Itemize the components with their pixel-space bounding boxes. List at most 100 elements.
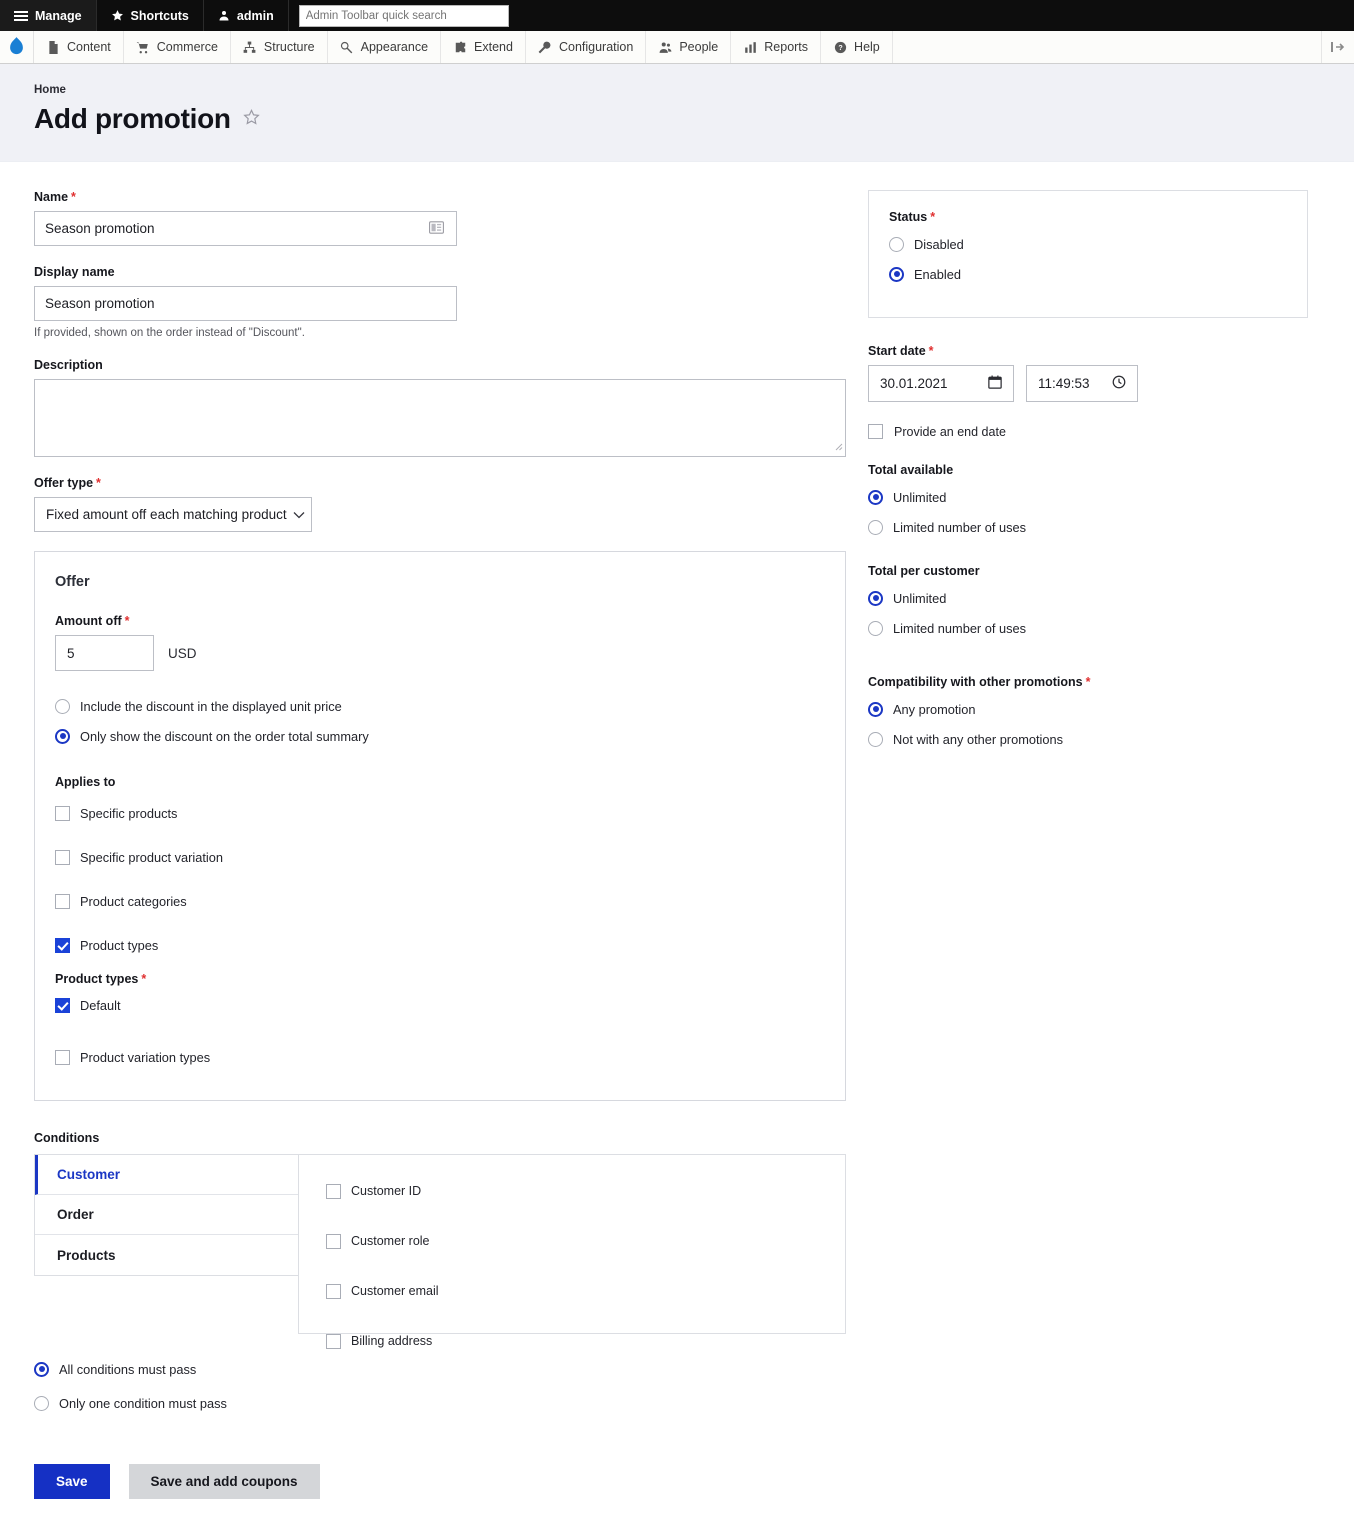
wrench-icon [538, 40, 552, 54]
page-title-row: Add promotion [34, 103, 1320, 135]
question-mark-icon: ? [833, 40, 847, 54]
total-available-group: Total available Unlimited Limited number… [868, 463, 1308, 540]
radio-status-disabled[interactable]: Disabled [889, 231, 1287, 257]
toolbar-account-button[interactable]: admin [204, 0, 289, 31]
drupal-logo-icon[interactable] [0, 31, 34, 63]
menu-item-configuration[interactable]: Configuration [526, 31, 646, 63]
checkbox-provide-end-date[interactable]: Provide an end date [868, 424, 1308, 439]
option-label: Customer role [351, 1234, 430, 1248]
menu-item-content[interactable]: Content [34, 31, 124, 63]
compatibility-label: Compatibility with other promotions* [868, 675, 1308, 689]
option-label: Customer ID [351, 1184, 421, 1198]
offer-type-select[interactable]: Fixed amount off each matching product [34, 497, 312, 532]
radio-only-show-on-order-total[interactable]: Only show the discount on the order tota… [55, 723, 825, 749]
tab-products[interactable]: Products [35, 1235, 298, 1275]
start-date-input[interactable]: 30.01.2021 [868, 365, 1014, 402]
tab-customer[interactable]: Customer [35, 1155, 298, 1195]
checkbox-product-types[interactable]: Product types [55, 932, 825, 958]
breadcrumb[interactable]: Home [34, 84, 1320, 96]
checkbox-indicator [326, 1184, 341, 1199]
radio-indicator-selected [868, 490, 883, 505]
save-and-add-coupons-button[interactable]: Save and add coupons [129, 1464, 320, 1499]
people-icon [658, 40, 672, 54]
radio-total-available-limited[interactable]: Limited number of uses [868, 514, 1308, 540]
amount-off-row: 5 USD [55, 635, 825, 671]
menu-item-reports[interactable]: Reports [731, 31, 821, 63]
checkbox-product-type-default[interactable]: Default [55, 992, 825, 1018]
radio-per-customer-unlimited[interactable]: Unlimited [868, 585, 1308, 611]
description-textarea[interactable] [34, 379, 846, 457]
display-name-description: If provided, shown on the order instead … [34, 327, 850, 339]
amount-off-input[interactable]: 5 [55, 635, 154, 671]
autofill-icon[interactable] [429, 221, 444, 237]
checkbox-indicator [55, 1050, 70, 1065]
menu-item-label: Configuration [559, 40, 633, 54]
toolbar-shortcuts-button[interactable]: Shortcuts [97, 0, 204, 31]
field-description: Description [34, 358, 850, 457]
total-per-customer-group: Total per customer Unlimited Limited num… [868, 564, 1308, 641]
start-date-label-text: Start date [868, 344, 926, 358]
tab-order[interactable]: Order [35, 1195, 298, 1235]
checkbox-product-categories[interactable]: Product categories [55, 888, 825, 914]
required-marker: * [141, 972, 146, 986]
radio-only-one-condition-must-pass[interactable]: Only one condition must pass [34, 1390, 850, 1416]
menu-item-label: Extend [474, 40, 513, 54]
start-time-input[interactable]: 11:49:53 [1026, 365, 1138, 402]
calendar-icon[interactable] [988, 375, 1002, 392]
checkbox-billing-address[interactable]: Billing address [326, 1328, 845, 1354]
favorite-star-icon[interactable] [242, 108, 261, 130]
checkbox-specific-product-variation[interactable]: Specific product variation [55, 844, 825, 870]
menu-item-help[interactable]: ? Help [821, 31, 893, 63]
menu-item-structure[interactable]: Structure [231, 31, 328, 63]
tab-label: Order [57, 1207, 94, 1222]
toolbar-manage-label: Manage [35, 9, 82, 23]
radio-include-discount-in-unit-price[interactable]: Include the discount in the displayed un… [55, 693, 825, 719]
field-name: Name* Season promotion [34, 190, 850, 246]
amount-off-label: Amount off* [55, 614, 825, 628]
status-panel: Status* Disabled Enabled [868, 190, 1308, 318]
page-layout: Name* Season promotion Display name [0, 162, 1354, 1539]
checkbox-customer-role[interactable]: Customer role [326, 1228, 845, 1254]
checkbox-customer-id[interactable]: Customer ID [326, 1178, 845, 1204]
resize-grip-icon[interactable] [833, 439, 843, 454]
menu-item-people[interactable]: People [646, 31, 731, 63]
start-date-row: 30.01.2021 11:49:53 [868, 365, 1308, 402]
checkbox-indicator [326, 1234, 341, 1249]
amount-off-value: 5 [67, 646, 75, 661]
option-label: Not with any other promotions [893, 732, 1063, 747]
checkbox-specific-products[interactable]: Specific products [55, 800, 825, 826]
conditions-customer-pane: Customer ID Customer role Customer email… [298, 1154, 846, 1334]
radio-any-promotion[interactable]: Any promotion [868, 696, 1308, 722]
menu-item-label: Appearance [361, 40, 428, 54]
radio-status-enabled[interactable]: Enabled [889, 261, 1287, 287]
start-date-group: Start date* 30.01.2021 11:49:53 [868, 344, 1308, 439]
checkbox-product-variation-types[interactable]: Product variation types [55, 1044, 825, 1070]
display-name-input[interactable]: Season promotion [34, 286, 457, 321]
toolbar-orientation-toggle-icon[interactable] [1322, 31, 1354, 63]
tab-label: Customer [57, 1167, 120, 1182]
name-input[interactable]: Season promotion [34, 211, 457, 246]
clock-icon[interactable] [1112, 375, 1126, 392]
checkbox-customer-email[interactable]: Customer email [326, 1278, 845, 1304]
product-types-heading: Product types* [55, 972, 825, 986]
radio-per-customer-limited[interactable]: Limited number of uses [868, 615, 1308, 641]
radio-total-available-unlimited[interactable]: Unlimited [868, 484, 1308, 510]
menu-item-commerce[interactable]: Commerce [124, 31, 231, 63]
toolbar-manage-button[interactable]: Manage [0, 0, 97, 31]
radio-all-conditions-must-pass[interactable]: All conditions must pass [34, 1356, 850, 1382]
field-amount-off: Amount off* 5 USD [55, 614, 825, 671]
checkbox-indicator-checked [55, 998, 70, 1013]
page-title: Add promotion [34, 103, 231, 135]
menu-item-label: People [679, 40, 718, 54]
required-marker: * [125, 614, 130, 628]
menu-item-appearance[interactable]: Appearance [328, 31, 441, 63]
menu-item-label: Help [854, 40, 880, 54]
currency-label: USD [168, 646, 197, 661]
checkbox-indicator-checked [55, 938, 70, 953]
menu-item-extend[interactable]: Extend [441, 31, 526, 63]
toolbar-search-input[interactable] [299, 5, 509, 27]
menu-item-label: Commerce [157, 40, 218, 54]
radio-not-with-other-promotions[interactable]: Not with any other promotions [868, 726, 1308, 752]
radio-indicator [55, 699, 70, 714]
save-button[interactable]: Save [34, 1464, 110, 1499]
